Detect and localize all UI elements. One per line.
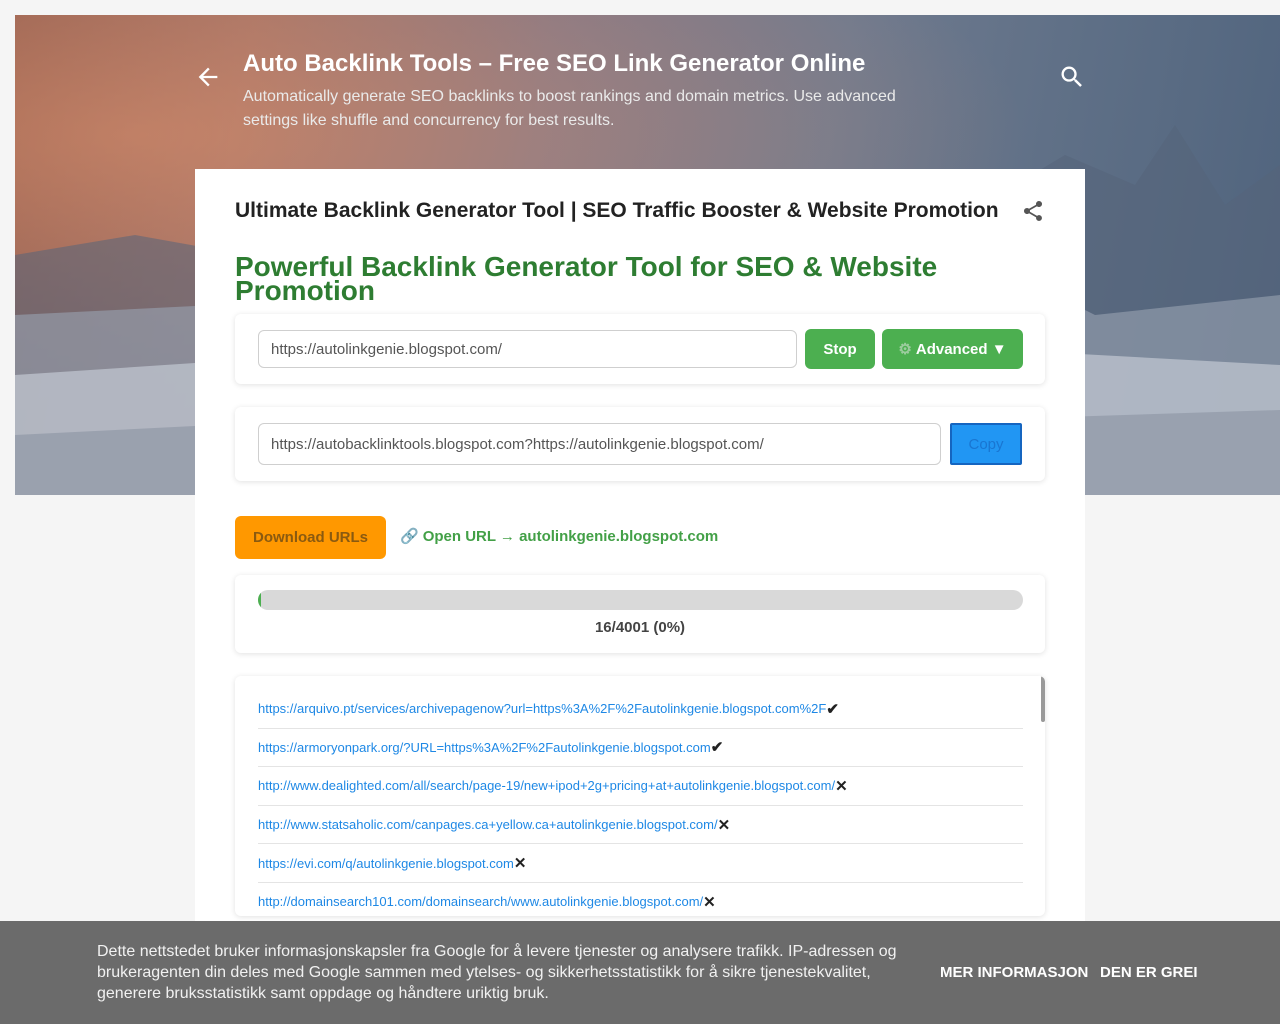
status-mark: ✕ bbox=[513, 855, 527, 873]
progress-fill bbox=[258, 590, 262, 610]
post-card: Ultimate Backlink Generator Tool | SEO T… bbox=[195, 169, 1085, 1024]
post-title: Ultimate Backlink Generator Tool | SEO T… bbox=[235, 199, 999, 222]
list-item: https://armoryonpark.org/?URL=https%3A%2… bbox=[258, 729, 1023, 768]
more-info-button[interactable]: MER INFORMASJON bbox=[940, 964, 1088, 981]
result-url-link[interactable]: http://www.dealighted.com/all/search/pag… bbox=[258, 778, 835, 793]
progress-text: 16/4001 (0%) bbox=[594, 619, 686, 636]
scrollbar[interactable] bbox=[1041, 676, 1045, 722]
result-url-link[interactable]: https://armoryonpark.org/?URL=https%3A%2… bbox=[258, 740, 711, 755]
blog-header: Auto Backlink Tools – Free SEO Link Gene… bbox=[0, 15, 1280, 175]
progress-panel: 16/4001 (0%) bbox=[235, 575, 1045, 653]
link-icon: 🔗 bbox=[400, 528, 419, 545]
cookie-text: Dette nettstedet bruker informasjonskaps… bbox=[97, 943, 897, 1002]
back-arrow-icon[interactable] bbox=[194, 63, 222, 91]
result-url-link[interactable]: http://www.statsaholic.com/canpages.ca+y… bbox=[258, 817, 718, 832]
status-mark: ✕ bbox=[717, 816, 731, 834]
advanced-button[interactable]: ⚙ Advanced ▼ bbox=[882, 329, 1023, 369]
copy-button[interactable]: Copy bbox=[950, 423, 1022, 465]
download-urls-button[interactable]: Download URLs bbox=[235, 516, 386, 559]
open-url-link[interactable]: 🔗 Open URL → autolinkgenie.blogspot.com bbox=[400, 527, 719, 546]
url-entry-panel: Stop ⚙ Advanced ▼ bbox=[235, 314, 1045, 384]
result-url-link[interactable]: http://domainsearch101.com/domainsearch/… bbox=[258, 894, 703, 909]
url-list: https://arquivo.pt/services/archivepagen… bbox=[258, 690, 1023, 916]
tool-heading: Powerful Backlink Generator Tool for SEO… bbox=[235, 251, 938, 306]
result-url-link[interactable]: https://evi.com/q/autolinkgenie.blogspot… bbox=[258, 856, 514, 871]
list-item: http://www.statsaholic.com/canpages.ca+y… bbox=[258, 806, 1023, 845]
status-mark: ✔ bbox=[826, 700, 839, 718]
result-url-link[interactable]: https://arquivo.pt/services/archivepagen… bbox=[258, 701, 826, 716]
status-mark: ✔ bbox=[710, 739, 724, 757]
gear-icon: ⚙ bbox=[898, 341, 912, 358]
site-description: Automatically generate SEO backlinks to … bbox=[243, 88, 896, 129]
list-item: http://www.dealighted.com/all/search/pag… bbox=[258, 767, 1023, 806]
result-panel: Copy bbox=[235, 407, 1045, 481]
list-item: https://evi.com/q/autolinkgenie.blogspot… bbox=[258, 844, 1023, 883]
open-url-label: Open URL → autolinkgenie.blogspot.com bbox=[422, 527, 719, 545]
list-item: https://arquivo.pt/services/archivepagen… bbox=[258, 690, 1023, 729]
url-results-panel[interactable]: https://arquivo.pt/services/archivepagen… bbox=[235, 676, 1045, 916]
url-input[interactable] bbox=[258, 330, 797, 368]
stop-button[interactable]: Stop bbox=[805, 329, 875, 369]
agree-button[interactable]: DEN ER GREI bbox=[1100, 964, 1198, 981]
site-title[interactable]: Auto Backlink Tools – Free SEO Link Gene… bbox=[243, 50, 865, 78]
advanced-label: Advanced ▼ bbox=[915, 340, 1007, 358]
list-item: http://domainsearch101.com/domainsearch/… bbox=[258, 883, 1023, 916]
progress-bar bbox=[258, 590, 1023, 610]
search-icon[interactable] bbox=[1058, 63, 1086, 91]
status-mark: ✕ bbox=[835, 777, 848, 795]
status-mark: ✕ bbox=[703, 893, 716, 911]
result-url-field[interactable] bbox=[258, 423, 941, 465]
share-icon[interactable] bbox=[1021, 199, 1045, 223]
cookie-consent-bar: Dette nettstedet bruker informasjonskaps… bbox=[0, 921, 1280, 1024]
